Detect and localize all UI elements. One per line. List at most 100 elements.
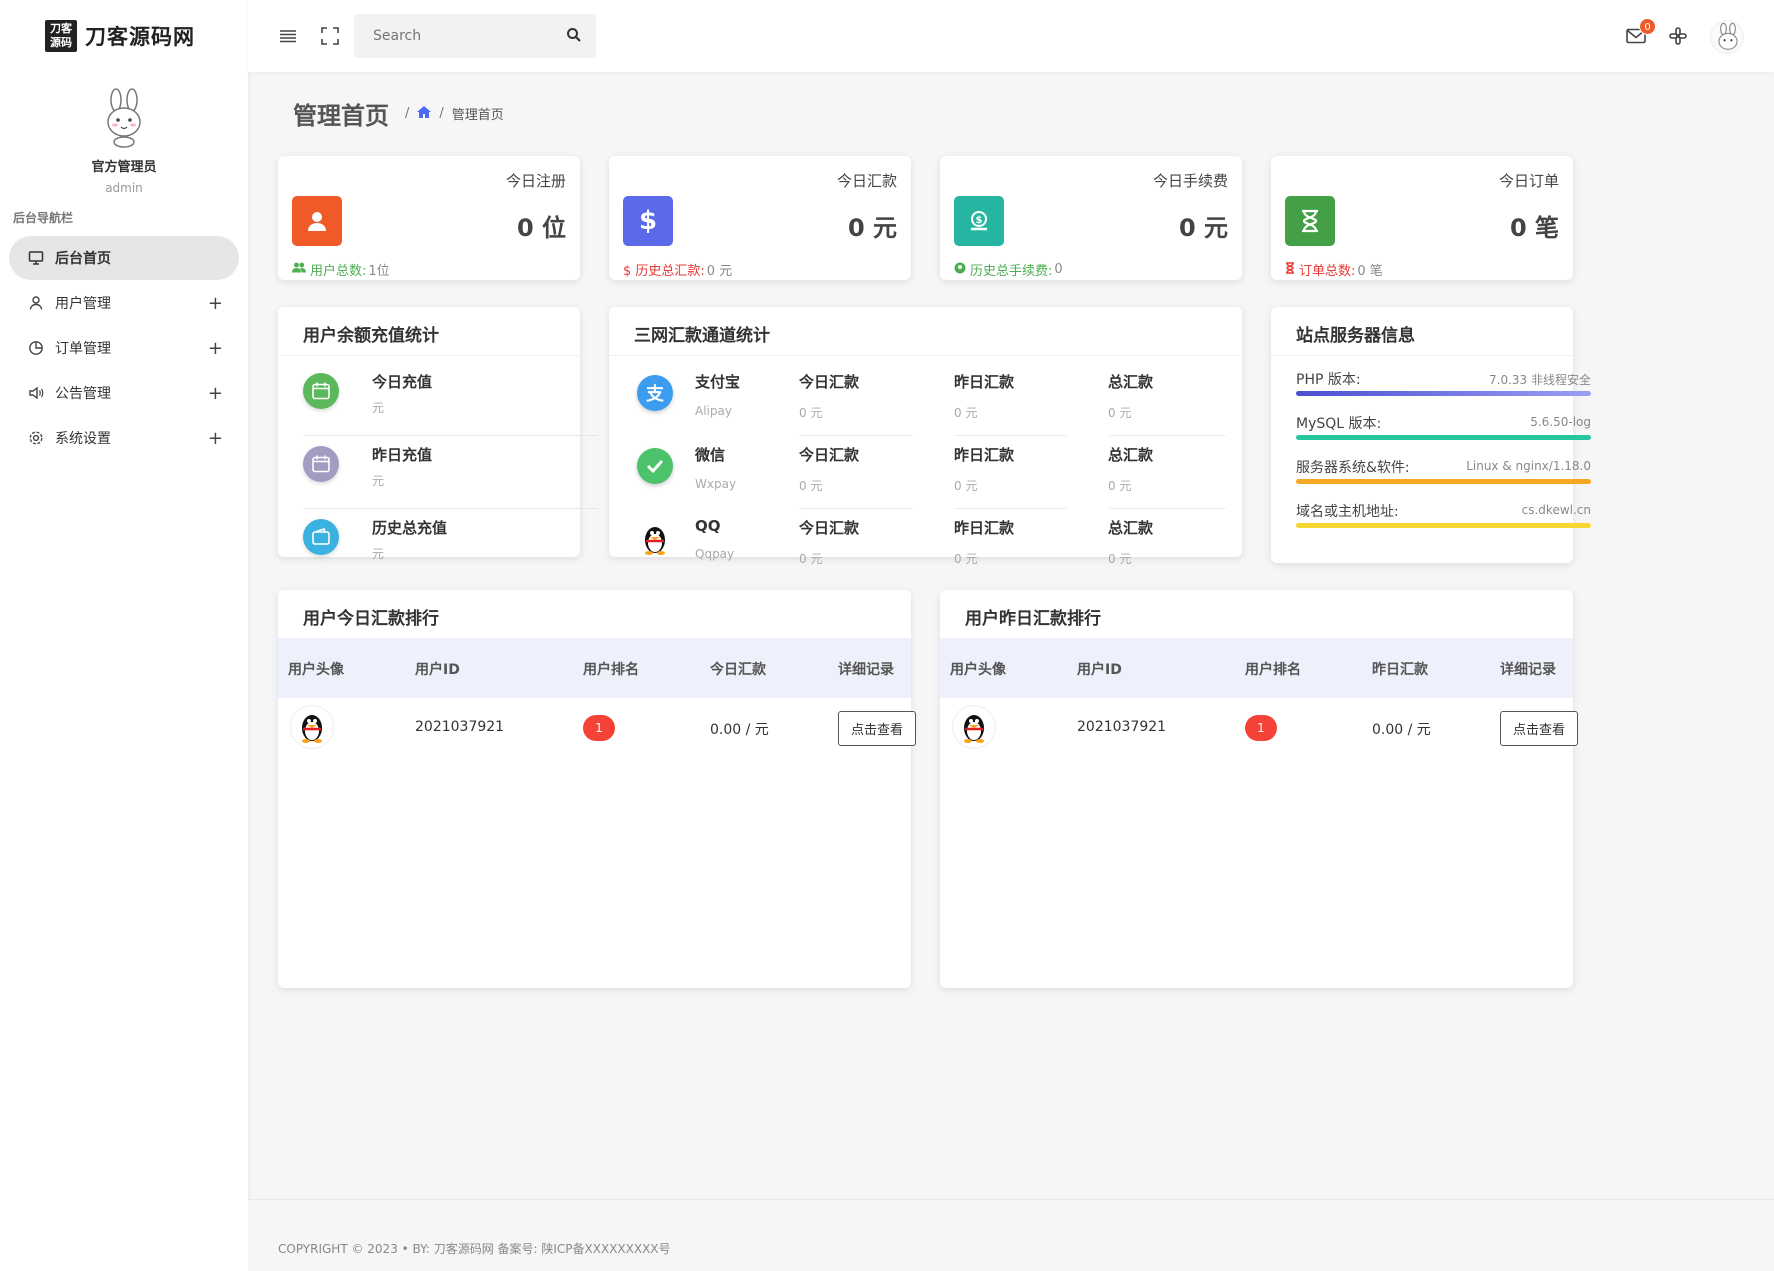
channel-name-col: 支付宝 Alipay [695,371,740,418]
sidebar-item-dashboard[interactable]: 后台首页 [9,236,239,280]
profile-role: admin [105,181,143,195]
channel-today-value: 0 元 [799,479,823,493]
channel-today-col: 今日汇款 0 元 [799,371,859,421]
divider [609,355,1242,356]
user-avatar[interactable] [1710,20,1744,54]
channel-yesterday-value: 0 元 [954,479,978,493]
stat-value: 0 元 [847,214,897,242]
sidebar-item-settings[interactable]: 系统设置 + [9,416,239,460]
stat-label: 今日汇款 [836,172,897,190]
channel-total-value: 0 元 [1108,479,1132,493]
stat-value: 0 笔 [1509,214,1559,242]
stat-value: 0 位 [516,214,566,242]
qq-penguin-icon [637,521,673,557]
mail-badge: 0 [1639,18,1656,35]
plus-icon[interactable]: + [208,293,223,314]
wallet-icon [303,519,339,555]
user-icon [27,294,45,312]
channel-name-col: 微信 Wxpay [695,444,736,491]
channel-yesterday-label: 昨日汇款 [954,373,1015,391]
channel-name: QQ [695,517,721,535]
search-icon[interactable] [566,27,582,47]
column-header: 用户排名 [1245,662,1301,678]
hourglass-icon [1285,196,1335,246]
alipay-icon: 支 [637,375,673,411]
channel-today-value: 0 元 [799,406,823,420]
breadcrumb: / / 管理首页 [397,104,504,123]
server-info-key: PHP 版本: [1296,372,1361,388]
stat-footer-value: 1位 [368,264,390,279]
sidebar-item-users[interactable]: 用户管理 + [9,281,239,325]
plus-icon[interactable]: + [208,338,223,359]
sidebar-item-label: 公告管理 [55,386,111,402]
rank-badge: 1 [583,715,615,741]
channel-yesterday-value: 0 元 [954,406,978,420]
channel-yesterday-col: 昨日汇款 0 元 [954,371,1014,421]
speaker-icon [27,384,45,402]
avatar[interactable] [94,88,154,148]
view-details-button[interactable]: 点击查看 [838,711,916,746]
menu-icon[interactable] [276,24,300,48]
brand-logo[interactable]: 刀客源码 刀客源码网 [0,0,248,72]
sidebar-item-orders[interactable]: 订单管理 + [9,326,239,370]
qq-penguin-icon [952,705,996,749]
search-input[interactable] [354,14,596,58]
recharge-label: 历史总充值 [372,519,448,537]
channel-total-col: 总汇款 0 元 [1108,444,1153,494]
recharge-label: 今日充值 [372,373,433,391]
server-info-key: MySQL 版本: [1296,416,1382,432]
channel-today-label: 今日汇款 [799,446,860,464]
recharge-label: 昨日充值 [372,446,433,464]
column-header: 用户ID [415,662,460,678]
channel-today-col: 今日汇款 0 元 [799,517,859,567]
stat-footer-value: 0 元 [706,264,733,279]
apps-icon[interactable] [1666,24,1690,48]
channel-yesterday-col: 昨日汇款 0 元 [954,517,1014,567]
search-box [354,14,596,58]
recharge-unit: 元 [372,401,385,415]
channel-total-label: 总汇款 [1108,373,1154,391]
sidebar-item-label: 订单管理 [55,341,111,357]
channel-name-col: QQ Qqpay [695,517,734,561]
recharge-stats-card: 用户余额充值统计 今日充值 元 昨日充值 元 历史总充值 元 [278,307,598,561]
page-title: 管理首页 [293,102,389,130]
channel-row-wechat: 微信 Wxpay 今日汇款 0 元 昨日汇款 0 元 总汇款 0 元 [633,436,1308,509]
server-info-value: Linux & nginx/1.18.0 [1466,459,1591,473]
logo-mark: 刀客源码 [45,20,77,52]
sidebar: 刀客源码 刀客源码网 官方管理员 admin 后台导航栏 后台首页 用户管理 +… [0,0,248,1271]
column-header: 用户头像 [950,662,1006,678]
channel-code: Alipay [695,404,732,418]
sidebar-item-announcements[interactable]: 公告管理 + [9,371,239,415]
column-header: 昨日汇款 [1372,662,1428,678]
user-id: 2021037921 [415,719,505,735]
home-icon[interactable] [417,105,432,122]
channel-total-value: 0 元 [1108,552,1132,566]
stat-label: 今日订单 [1498,172,1559,190]
channel-row-qq: QQ Qqpay 今日汇款 0 元 昨日汇款 0 元 总汇款 0 元 [633,509,1308,566]
today-ranking-card: 用户今日汇款排行 用户头像 用户ID 用户排名 今日汇款 详细记录 202103… [278,590,916,988]
page-header: 管理首页 / / 管理首页 [293,96,504,131]
divider [1271,355,1573,356]
footer: COPYRIGHT © 2023 • BY: 刀客源码网 备案号: 陕ICP备X… [248,1199,1774,1271]
channel-total-label: 总汇款 [1108,446,1154,464]
gear-icon [27,429,45,447]
hourglass-icon [1285,261,1295,278]
dollar-icon: $ [623,196,673,246]
table-row: 2021037921 1 0.00 / 元 点击查看 [940,698,1578,758]
user-icon [292,196,342,246]
channel-name: 微信 [695,446,726,464]
plus-icon[interactable]: + [208,428,223,449]
mail-icon[interactable]: 0 [1624,18,1656,48]
stat-footer: 历史总手续费: 0 [954,260,1063,279]
table-row: 2021037921 1 0.00 / 元 点击查看 [278,698,916,758]
svg-text:$: $ [976,215,983,226]
channel-code: Wxpay [695,477,737,491]
fullscreen-icon[interactable] [318,24,342,48]
column-header: 今日汇款 [710,662,766,678]
column-header: 详细记录 [1500,662,1556,678]
brand-name: 刀客源码网 [85,25,195,49]
view-details-button[interactable]: 点击查看 [1500,711,1578,746]
column-header: 用户头像 [288,662,344,678]
plus-icon[interactable]: + [208,383,223,404]
breadcrumb-separator: / [439,106,444,121]
